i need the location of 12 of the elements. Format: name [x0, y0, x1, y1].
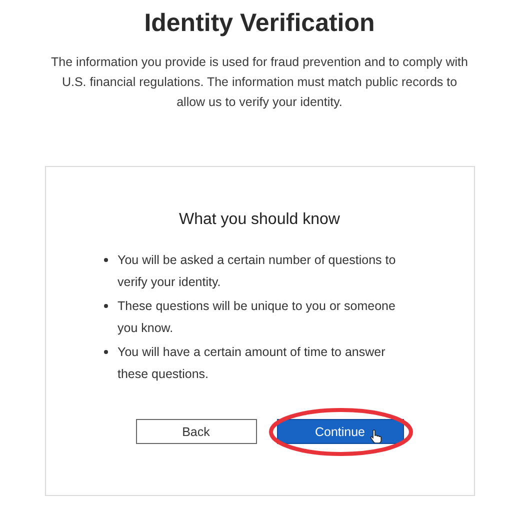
intro-text: The information you provide is used for fraud prevention and to comply with U.S. financial regulations. The information must match public records to allow us to verify your identity. [50, 54, 469, 111]
card-heading: What you should know [179, 211, 340, 229]
bullet-icon [104, 258, 108, 262]
bullet-text: You will have a certain amount of time to answer these questions. [118, 344, 386, 383]
bullet-icon [104, 304, 108, 308]
continue-button[interactable]: Continue [276, 419, 404, 444]
bullet-icon [104, 350, 108, 354]
page-title: Identity Verification [144, 8, 375, 39]
hand-cursor-icon [370, 429, 382, 443]
back-button[interactable]: Back [136, 419, 256, 444]
bullet-text: You will be asked a certain number of questions to verify your identity. [118, 252, 397, 291]
bullet-text: These questions will be unique to you or someone you know. [118, 298, 396, 337]
